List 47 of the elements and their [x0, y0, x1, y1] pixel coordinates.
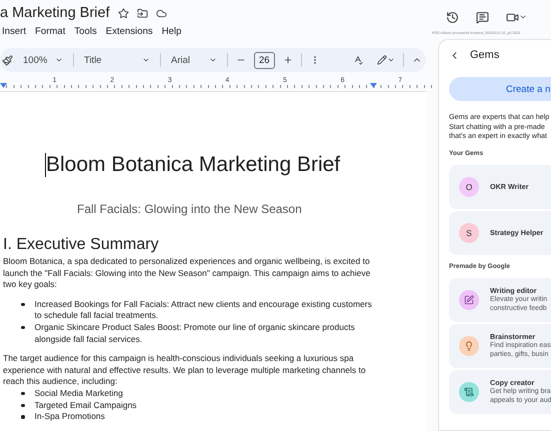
comment-icon[interactable]: [476, 10, 489, 24]
font-size-field[interactable]: 26: [254, 52, 275, 68]
plus-icon[interactable]: [282, 55, 293, 65]
gem-avatar: S: [459, 222, 479, 242]
menu-item[interactable]: Insert: [2, 26, 26, 37]
document-heading: Bloom Botanica Marketing Brief: [45, 153, 340, 177]
paragraph: Bloom Botanica, a spa dedicated to personalized experiences and organic wellbeing, is excited to launch the "Fall Facials: Glowing into the New Season" campaign. This campaign aims to achieve two key goals:: [3, 256, 372, 291]
bullet-icon: [21, 326, 24, 330]
history-icon[interactable]: [446, 10, 459, 24]
zoom-dropdown[interactable]: 100%: [21, 54, 65, 66]
bullet-item: Social Media Marketing: [34, 388, 123, 400]
font-dropdown[interactable]: Arial: [169, 54, 219, 66]
gem-avatar: O: [459, 176, 479, 196]
create-button[interactable]: Create a n: [449, 77, 551, 101]
bullet-icon: [21, 302, 24, 306]
spellcheck-icon[interactable]: [352, 55, 363, 65]
bullet-icon: [21, 404, 24, 408]
video-icon[interactable]: [506, 10, 527, 24]
bullet-icon: [21, 392, 24, 396]
paragraph: The target audience for this campaign is health-conscious individuals seeking a luxurious spa experience with natural and effective results. We plan to leverage multiple marketing channels to reach this audience, including:: [3, 353, 367, 388]
document-subtitle: Fall Facials: Glowing into the New Season: [77, 202, 302, 216]
document-icon: [464, 386, 474, 396]
bullet-item: Organic Skincare Product Sales Boost: Promote our line of organic skincare products alongside fall facial services.: [34, 322, 356, 346]
bullet-icon: [21, 415, 24, 419]
caret-icon: [209, 56, 217, 64]
paint-format-icon[interactable]: [2, 54, 13, 66]
indent-marker-icon[interactable]: [0, 83, 7, 88]
panel-title: Gems: [470, 49, 500, 61]
menu-item[interactable]: Tools: [74, 26, 97, 37]
menu-item[interactable]: Help: [162, 26, 182, 37]
caret-icon: [142, 56, 150, 64]
caret-icon: [55, 56, 63, 64]
menu-item[interactable]: Format: [35, 26, 66, 37]
cloud-icon[interactable]: [156, 8, 167, 18]
section-heading: I. Executive Summary: [3, 236, 159, 254]
folder-icon[interactable]: [136, 8, 148, 18]
bullet-item: Increased Bookings for Fall Facials: Attract new clients and encourage existing customers to schedule fall facial treatments.: [34, 298, 373, 322]
pencil-square-icon: [464, 294, 474, 304]
indent-marker-icon[interactable]: [370, 83, 377, 88]
document-title[interactable]: a Marketing Brief: [0, 5, 110, 21]
star-icon[interactable]: [118, 8, 129, 18]
style-dropdown[interactable]: Title: [82, 54, 152, 66]
bullet-item: In-Spa Promotions: [34, 411, 105, 423]
menu-item[interactable]: Extensions: [106, 26, 153, 37]
bullet-item: Targeted Email Campaigns: [34, 400, 137, 412]
pencil-icon[interactable]: [376, 55, 395, 65]
lightbulb-icon: [464, 340, 474, 350]
